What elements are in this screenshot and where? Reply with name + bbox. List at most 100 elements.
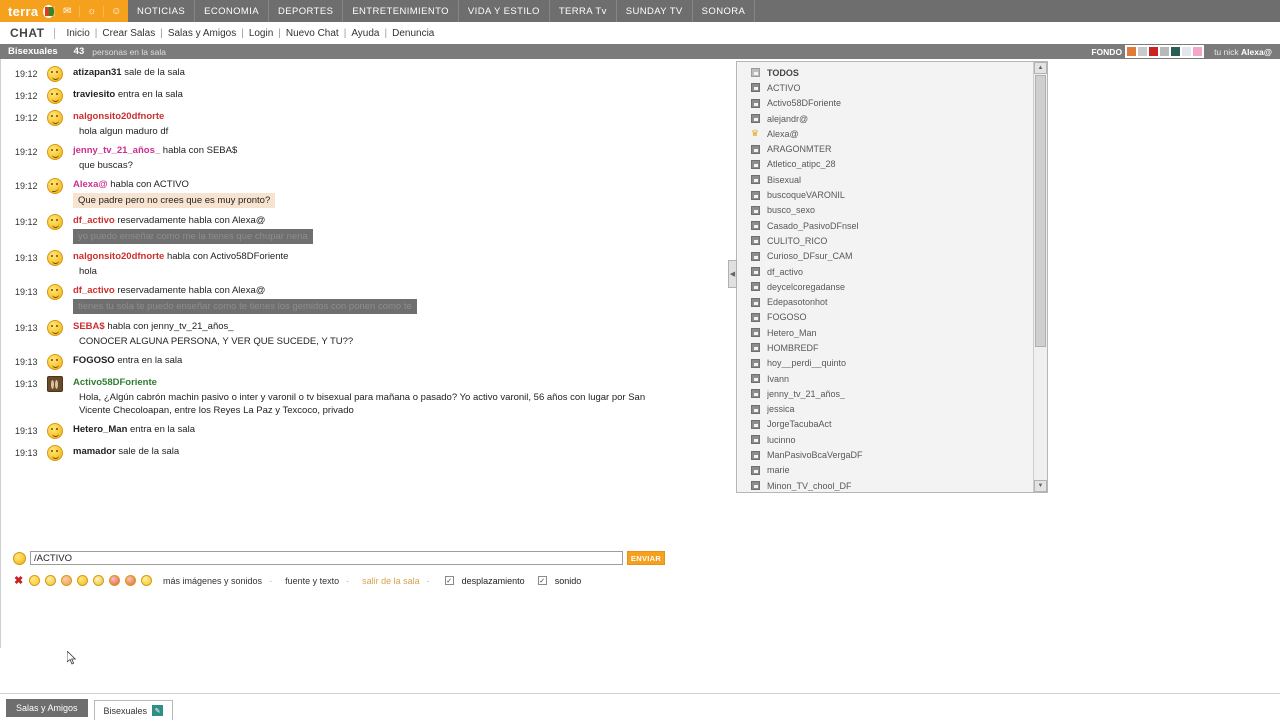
link-login[interactable]: Login	[249, 28, 273, 39]
user-list-item[interactable]: FOGOSO	[741, 310, 1033, 325]
link-crear-salas[interactable]: Crear Salas	[102, 28, 155, 39]
background-swatch-4[interactable]	[1171, 47, 1181, 56]
background-swatch-6[interactable]	[1193, 47, 1203, 56]
nav-noticias[interactable]: NOTICIAS	[128, 0, 196, 22]
nav-terra-tv[interactable]: TERRA Tv	[550, 0, 617, 22]
user-list-item[interactable]: Activo58DForiente	[741, 96, 1033, 111]
user-list-item[interactable]: TODOS	[741, 65, 1033, 80]
user-list-item[interactable]: Ivann	[741, 371, 1033, 386]
background-swatch-3[interactable]	[1160, 47, 1170, 56]
nav-economia[interactable]: ECONOMIA	[195, 0, 270, 22]
panel-collapse-handle[interactable]: ◀	[728, 260, 737, 288]
messenger-icon[interactable]: ☼	[78, 5, 104, 17]
smiley-face-icon[interactable]	[47, 320, 63, 336]
user-list-item[interactable]: hoy__perdi__quinto	[741, 356, 1033, 371]
user-list-item[interactable]: ♛ Alexa@	[741, 126, 1033, 141]
people-icon[interactable]: ☺	[103, 5, 128, 17]
scroll-down-button[interactable]: ▼	[1034, 480, 1047, 492]
user-list-item[interactable]: Minon_TV_chool_DF	[741, 478, 1033, 492]
message-nickname[interactable]: df_activo	[73, 215, 115, 226]
smiley-face-icon[interactable]	[47, 284, 63, 300]
user-list-item[interactable]: df_activo	[741, 264, 1033, 279]
user-list-item[interactable]: lucinno	[741, 432, 1033, 447]
emoticon-icon-7[interactable]	[125, 575, 136, 586]
sonido-checkbox[interactable]: ✓	[537, 576, 547, 585]
link-fuente-y-texto[interactable]: fuente y texto	[285, 576, 339, 586]
message-nickname[interactable]: traviesito	[73, 89, 115, 100]
user-list-item[interactable]: buscoqueVARONIL	[741, 187, 1033, 202]
emoticon-icon-8[interactable]	[141, 575, 152, 586]
link-salas-y-amigos[interactable]: Salas y Amigos	[168, 28, 236, 39]
emoticon-picker-icon[interactable]	[13, 551, 26, 565]
user-list-item[interactable]: CULITO_RICO	[741, 233, 1033, 248]
taskbar-room-tab[interactable]: Bisexuales ✎	[93, 700, 174, 720]
link-salir-de-la-sala[interactable]: salir de la sala	[362, 576, 420, 586]
message-nickname[interactable]: nalgonsito20dfnorte	[73, 251, 164, 262]
smiley-face-icon[interactable]	[47, 66, 63, 82]
message-nickname[interactable]: SEBA$	[73, 321, 105, 332]
nav-sunday-tv[interactable]: SUNDAY TV	[617, 0, 693, 22]
message-input[interactable]: /ACTIVO	[30, 551, 623, 565]
link-inicio[interactable]: Inicio	[66, 28, 89, 39]
scroll-up-button[interactable]: ▲	[1034, 62, 1047, 74]
smiley-face-icon[interactable]	[47, 250, 63, 266]
link-denuncia[interactable]: Denuncia	[392, 28, 434, 39]
user-list-item[interactable]: Atletico_atipc_28	[741, 157, 1033, 172]
message-nickname[interactable]: df_activo	[73, 285, 115, 296]
mail-icon[interactable]: ✉	[54, 5, 79, 17]
message-nickname[interactable]: FOGOSO	[73, 355, 115, 366]
smiley-face-icon[interactable]	[47, 214, 63, 230]
user-list-item[interactable]: JorgeTacubaAct	[741, 417, 1033, 432]
male-avatar-icon[interactable]	[47, 376, 63, 392]
no-emoticon-icon[interactable]: ✖	[13, 575, 24, 587]
message-nickname[interactable]: mamador	[73, 446, 116, 457]
message-nickname[interactable]: nalgonsito20dfnorte	[73, 111, 164, 122]
emoticon-icon-5[interactable]	[93, 575, 104, 586]
smiley-face-icon[interactable]	[47, 88, 63, 104]
emoticon-icon-3[interactable]	[61, 575, 72, 586]
user-list-item[interactable]: marie	[741, 463, 1033, 478]
background-picker[interactable]: FONDO	[1091, 45, 1205, 58]
user-list-item[interactable]: jenny_tv_21_años_	[741, 386, 1033, 401]
wink-face-icon[interactable]	[47, 178, 63, 194]
user-list-item[interactable]: HOMBREDF	[741, 340, 1033, 355]
message-nickname[interactable]: Alexa@	[73, 179, 108, 190]
send-button[interactable]: ENVIAR	[627, 551, 665, 565]
message-nickname[interactable]: atizapan31	[73, 67, 122, 78]
user-list-item[interactable]: busco_sexo	[741, 203, 1033, 218]
message-nickname[interactable]: jenny_tv_21_años_	[73, 145, 160, 156]
user-list-item[interactable]: Edepasotonhot	[741, 294, 1033, 309]
link-nuevo-chat[interactable]: Nuevo Chat	[286, 28, 339, 39]
nav-entretenimiento[interactable]: ENTRETENIMIENTO	[343, 0, 459, 22]
smiley-face-icon[interactable]	[47, 354, 63, 370]
user-list-item[interactable]: deycelcoregadanse	[741, 279, 1033, 294]
nav-deportes[interactable]: DEPORTES	[269, 0, 344, 22]
terra-logo[interactable]: terra ✉ ☼ ☺	[0, 0, 128, 22]
smiley-face-icon[interactable]	[47, 144, 63, 160]
link-ayuda[interactable]: Ayuda	[351, 28, 379, 39]
user-list-scrollbar[interactable]: ▲ ▼	[1033, 62, 1047, 492]
user-list-item[interactable]: ARAGONMTER	[741, 141, 1033, 156]
message-nickname[interactable]: Activo58DForiente	[73, 377, 157, 388]
background-swatch-1[interactable]	[1138, 47, 1148, 56]
background-swatch-5[interactable]	[1182, 47, 1192, 56]
user-list-item[interactable]: Bisexual	[741, 172, 1033, 187]
user-list-item[interactable]: jessica	[741, 402, 1033, 417]
user-list-item[interactable]: ManPasivoBcaVergaDF	[741, 447, 1033, 462]
taskbar-salas-y-amigos-button[interactable]: Salas y Amigos	[6, 699, 88, 717]
background-swatch-0[interactable]	[1127, 47, 1137, 56]
nav-sonora[interactable]: SONORA	[693, 0, 756, 22]
link-mas-imagenes-y-sonidos[interactable]: más imágenes y sonidos	[163, 576, 262, 586]
emoticon-icon-6[interactable]	[109, 575, 120, 586]
user-list-item[interactable]: ACTIVO	[741, 80, 1033, 95]
message-nickname[interactable]: Hetero_Man	[73, 424, 127, 435]
user-list-item[interactable]: Curioso_DFsur_CAM	[741, 249, 1033, 264]
smiley-face-icon[interactable]	[47, 423, 63, 439]
user-list-item[interactable]: Hetero_Man	[741, 325, 1033, 340]
desplazamiento-checkbox[interactable]: ✓	[444, 576, 454, 585]
user-list-item[interactable]: Casado_PasivoDFnsel	[741, 218, 1033, 233]
background-swatch-2[interactable]	[1149, 47, 1159, 56]
user-list-item[interactable]: alejandr@	[741, 111, 1033, 126]
nav-vida-y-estilo[interactable]: VIDA Y ESTILO	[459, 0, 550, 22]
emoticon-icon-4[interactable]	[77, 575, 88, 586]
